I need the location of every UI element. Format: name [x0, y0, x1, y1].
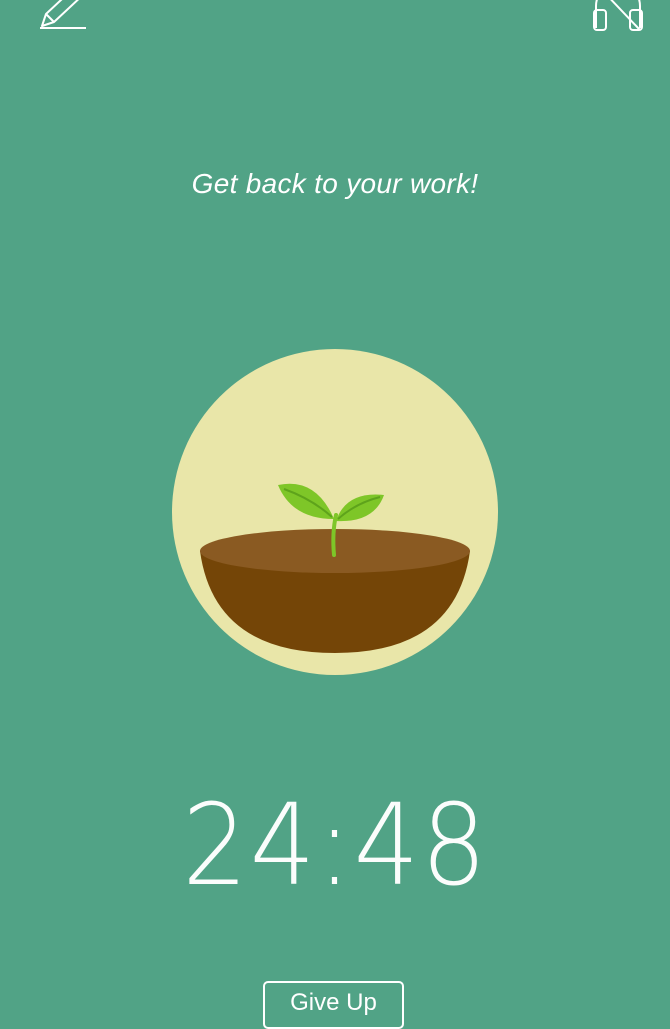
motivation-message: Get back to your work!: [191, 168, 479, 199]
sound-off-icon[interactable]: [588, 0, 648, 32]
headphones-muted-icon: [593, 0, 643, 31]
pencil-icon: [40, 0, 86, 29]
plant-illustration: [166, 343, 504, 681]
seedling-pot-icon: [172, 349, 498, 675]
timer-value: 24:48: [181, 781, 489, 911]
countdown-timer: 24:48: [0, 790, 670, 902]
edit-icon[interactable]: [30, 0, 90, 32]
give-up-button[interactable]: Give Up: [263, 981, 404, 1029]
